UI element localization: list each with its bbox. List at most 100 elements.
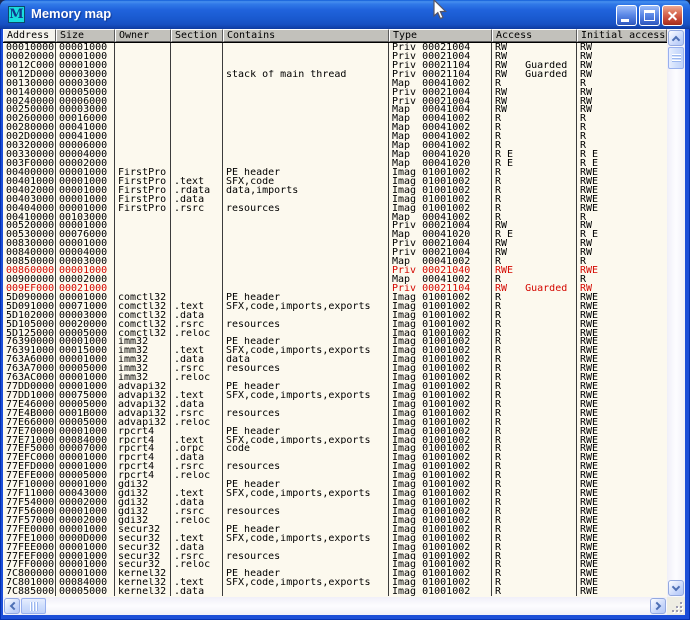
table-row[interactable]: 0026000000016000Map 00041002RR	[3, 114, 667, 123]
table-row[interactable]: 7C80000000001000kernel32PE headerImag 01…	[3, 569, 667, 578]
table-row[interactable]: 0028000000041000Map 00041002RR	[3, 123, 667, 132]
table-row[interactable]: 77FE10000000D000secur32.textSFX,code,imp…	[3, 534, 667, 543]
table-row[interactable]: 0040200000001000FirstPro.rdatadata,impor…	[3, 186, 667, 195]
cell-sect	[171, 257, 223, 266]
column-header-contains[interactable]: Contains	[223, 29, 389, 42]
table-row[interactable]: 77EFE00000005000rpcrt4.relocImag 0100100…	[3, 471, 667, 480]
cell-sect: .rsrc	[171, 409, 223, 418]
cell-init: R E	[577, 159, 667, 168]
minimize-button[interactable]	[616, 5, 637, 26]
table-row[interactable]: 0025000000003000Map 00041004RWRW	[3, 105, 667, 114]
table-row[interactable]: 0012C00000001000Priv 00021104RW GuardedR…	[3, 61, 667, 70]
table-row[interactable]: 7C88500000005000kernel32.dataImag 010010…	[3, 587, 667, 596]
table-row[interactable]: 77FEE00000001000secur32.dataImag 0100100…	[3, 543, 667, 552]
title-bar[interactable]: M Memory map	[0, 0, 690, 29]
horizontal-scrollbar[interactable]	[3, 597, 667, 615]
cell-cont	[223, 114, 389, 123]
table-row[interactable]: 7C80100000084000kernel32.textSFX,code,im…	[3, 578, 667, 587]
table-row[interactable]: 763A700000005000imm32.rsrcresourcesImag …	[3, 364, 667, 373]
column-header-size[interactable]: Size	[56, 29, 115, 42]
table-row[interactable]: 5D12500000005000comctl32.relocImag 01001…	[3, 329, 667, 338]
table-row[interactable]: 009EF00000021000Priv 00021104RW GuardedR…	[3, 284, 667, 293]
table-row[interactable]: 0084000000004000Priv 00021004RWRW	[3, 248, 667, 257]
column-header-address[interactable]: Address	[3, 29, 56, 42]
cell-addr: 77F11000	[3, 489, 56, 498]
table-row[interactable]: 0040400000001000FirstPro.rsrcresourcesIm…	[3, 204, 667, 213]
table-row[interactable]: 77EF500000007000rpcrt4.orpccodeImag 0100…	[3, 444, 667, 453]
horizontal-scroll-thumb[interactable]	[21, 598, 46, 614]
table-row[interactable]: 0083000000001000Priv 00021004RWRW	[3, 239, 667, 248]
cell-type: Map 00041002	[389, 114, 492, 123]
table-row[interactable]: 77FF000000001000secur32.relocImag 010010…	[3, 560, 667, 569]
table-row[interactable]: 003F000000002000Map 00041020R ER E	[3, 159, 667, 168]
table-row[interactable]: 0040000000001000FirstProPE headerImag 01…	[3, 168, 667, 177]
table-row[interactable]: 0032000000006000Map 00041002RR	[3, 141, 667, 150]
table-row[interactable]: 002D000000041000Map 00041002RR	[3, 132, 667, 141]
table-row[interactable]: 7639000000001000imm32PE headerImag 01001…	[3, 337, 667, 346]
scroll-left-button[interactable]	[4, 598, 20, 614]
table-row[interactable]: 5D09100000071000comctl32.textSFX,code,im…	[3, 302, 667, 311]
table-row[interactable]: 763AC00000001000imm32.relocImag 01001002…	[3, 373, 667, 382]
cell-addr: 77F57000	[3, 516, 56, 525]
table-row[interactable]: 7639100000015000imm32.textSFX,code,impor…	[3, 346, 667, 355]
vertical-scrollbar[interactable]	[667, 29, 685, 597]
cell-addr: 00850000	[3, 257, 56, 266]
table-row[interactable]: 0024000000006000Priv 00021004RWRW	[3, 97, 667, 106]
table-row[interactable]: 77DD000000001000advapi32PE headerImag 01…	[3, 382, 667, 391]
table-row[interactable]: 0040100000001000FirstPro.textSFX,codeIma…	[3, 177, 667, 186]
table-row[interactable]: 0090000000002000Map 00041002RR	[3, 275, 667, 284]
cell-init: RW	[577, 43, 667, 52]
table-row[interactable]: 0033000000004000Map 00041020R ER E	[3, 150, 667, 159]
table-row[interactable]: 77F1000000001000gdi32PE headerImag 01001…	[3, 480, 667, 489]
table-row[interactable]: 5D09000000001000comctl32PE headerImag 01…	[3, 293, 667, 302]
column-header-type[interactable]: Type	[389, 29, 492, 42]
table-row[interactable]: 77F5600000001000gdi32.rsrcresourcesImag …	[3, 507, 667, 516]
vertical-scroll-thumb[interactable]	[668, 47, 684, 69]
maximize-button[interactable]	[639, 5, 660, 26]
table-row[interactable]: 77E4600000005000advapi32.dataImag 010010…	[3, 400, 667, 409]
table-row[interactable]: 763A600000001000imm32.datadataImag 01001…	[3, 355, 667, 364]
table-row[interactable]: 0086000000001000Priv 00021040RWERWE	[3, 266, 667, 275]
table-row[interactable]: 77E6600000005000advapi32.relocImag 01001…	[3, 418, 667, 427]
table-row[interactable]: 77F5400000002000gdi32.dataImag 01001002R…	[3, 498, 667, 507]
table-row[interactable]: 77EFC00000001000rpcrt4.dataImag 01001002…	[3, 453, 667, 462]
scroll-up-button[interactable]	[668, 30, 684, 46]
table-row[interactable]: 0012D00000003000stack of main threadPriv…	[3, 70, 667, 79]
column-header-access[interactable]: Access	[492, 29, 577, 42]
table-row[interactable]: 77E7100000084000rpcrt4.textSFX,code,impo…	[3, 436, 667, 445]
resize-grip[interactable]	[667, 597, 685, 615]
scroll-right-button[interactable]	[650, 598, 666, 614]
cell-acc: R	[492, 275, 577, 284]
table-row[interactable]: 77DD100000075000advapi32.textSFX,code,im…	[3, 391, 667, 400]
cell-acc: R	[492, 364, 577, 373]
cell-cont	[223, 471, 389, 480]
table-row[interactable]: 5D10200000003000comctl32.dataImag 010010…	[3, 311, 667, 320]
table-row[interactable]: 0002000000001000Priv 00021004RWRW	[3, 52, 667, 61]
table-row[interactable]: 77EFD00000001000rpcrt4.rsrcresourcesImag…	[3, 462, 667, 471]
table-row[interactable]: 77FEF00000001000secur32.rsrcresourcesIma…	[3, 552, 667, 561]
cell-acc: R	[492, 195, 577, 204]
table-row[interactable]: 0053000000076000Map 00041020R ER E	[3, 230, 667, 239]
column-header-owner[interactable]: Owner	[115, 29, 171, 42]
table-row[interactable]: 0013000000003000Map 00041002RR	[3, 79, 667, 88]
cell-owner: secur32	[115, 552, 171, 561]
table-row[interactable]: 77FE000000001000secur32PE headerImag 010…	[3, 525, 667, 534]
table-row[interactable]: 0014000000005000Priv 00021004RWRW	[3, 88, 667, 97]
close-button[interactable]	[662, 5, 683, 26]
column-header-section[interactable]: Section	[171, 29, 223, 42]
table-row[interactable]: 0041000000103000Map 00041002RR	[3, 213, 667, 222]
table-row[interactable]: 0052000000001000Priv 00021004RWRW	[3, 221, 667, 230]
table-row[interactable]: 5D10500000020000comctl32.rsrcresourcesIm…	[3, 320, 667, 329]
window-icon[interactable]: M	[8, 6, 25, 23]
cell-init: RW	[577, 284, 667, 293]
table-row[interactable]: 0001000000001000Priv 00021004RWRW	[3, 43, 667, 52]
table-row[interactable]: 0085000000003000Map 00041002RR	[3, 257, 667, 266]
table-row[interactable]: 77E7000000001000rpcrt4PE headerImag 0100…	[3, 427, 667, 436]
table-row[interactable]: 77E4B0000001B000advapi32.rsrcresourcesIm…	[3, 409, 667, 418]
table-row[interactable]: 77F5700000002000gdi32.relocImag 01001002…	[3, 516, 667, 525]
scroll-down-button[interactable]	[668, 580, 684, 596]
table-row[interactable]: 77F1100000043000gdi32.textSFX,code,impor…	[3, 489, 667, 498]
table-row[interactable]: 0040300000001000FirstPro.dataImag 010010…	[3, 195, 667, 204]
cell-init: RWE	[577, 587, 667, 596]
column-header-initial-access[interactable]: Initial access	[577, 29, 667, 42]
